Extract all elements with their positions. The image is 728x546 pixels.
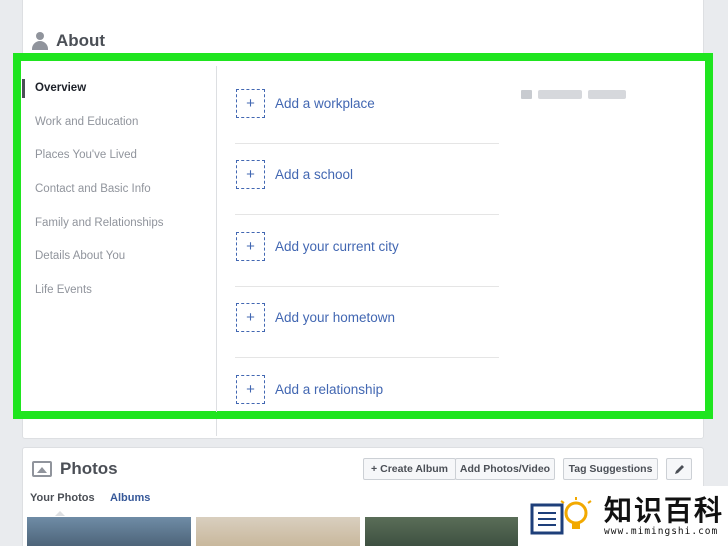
- photos-title: Photos: [60, 459, 118, 478]
- sidebar-item-life-events[interactable]: Life Events: [35, 284, 92, 296]
- plus-icon: +: [370, 463, 378, 475]
- row-divider: [235, 214, 499, 215]
- create-album-button[interactable]: + Create Album: [363, 458, 456, 480]
- tag-suggestions-label: Tag Suggestions: [568, 463, 653, 475]
- watermark: 知识百科 www.mimingshi.com: [518, 486, 728, 546]
- add-hometown-label: Add your hometown: [275, 309, 396, 325]
- add-relationship-label: Add a relationship: [275, 381, 384, 397]
- sidebar-item-work-education[interactable]: Work and Education: [35, 116, 138, 128]
- add-workplace-label: Add a workplace: [275, 95, 375, 111]
- sidebar-item-overview[interactable]: Overview: [35, 82, 86, 94]
- photos-icon: [32, 461, 52, 477]
- add-current-city-label: Add your current city: [275, 238, 399, 254]
- person-icon: [32, 32, 48, 50]
- row-divider: [235, 357, 499, 358]
- add-photos-video-button[interactable]: Add Photos/Video: [455, 458, 555, 480]
- sidebar-item-details-about-you[interactable]: Details About You: [35, 250, 125, 262]
- add-hometown-link[interactable]: + Add your hometown: [236, 302, 395, 332]
- add-school-label: Add a school: [275, 166, 354, 182]
- info-icon: [521, 90, 532, 99]
- row-divider: [235, 143, 499, 144]
- watermark-text-group: 知识百科 www.mimingshi.com: [604, 493, 725, 537]
- plus-icon: +: [236, 302, 265, 332]
- add-photos-video-label: Add Photos/Video: [459, 463, 551, 475]
- photo-thumbnail[interactable]: [27, 517, 191, 546]
- blurred-text: [538, 90, 582, 99]
- tab-active-caret: [55, 511, 65, 516]
- sidebar-item-places-lived[interactable]: Places You've Lived: [35, 149, 137, 161]
- active-indicator: [22, 79, 25, 98]
- row-divider: [235, 286, 499, 287]
- sidebar-item-contact-info[interactable]: Contact and Basic Info: [35, 183, 151, 195]
- tab-your-photos[interactable]: Your Photos: [30, 492, 95, 504]
- edit-button[interactable]: [666, 458, 692, 480]
- add-current-city-link[interactable]: + Add your current city: [236, 231, 399, 261]
- plus-icon: +: [236, 231, 265, 261]
- about-header: About: [32, 26, 105, 56]
- watermark-title: 知识百科: [604, 493, 725, 527]
- blurred-profile-info: [521, 90, 626, 99]
- tag-suggestions-button[interactable]: Tag Suggestions: [563, 458, 658, 480]
- photos-header: Photos: [32, 455, 118, 483]
- about-sidebar: Overview Work and Education Places You'v…: [22, 66, 217, 412]
- photo-thumbnail[interactable]: [365, 517, 518, 546]
- add-school-link[interactable]: + Add a school: [236, 159, 353, 189]
- book-lightbulb-icon: [530, 497, 592, 535]
- blurred-text: [588, 90, 626, 99]
- watermark-url: www.mimingshi.com: [604, 525, 719, 537]
- photo-thumbnail[interactable]: [196, 517, 360, 546]
- sidebar-item-family-relationships[interactable]: Family and Relationships: [35, 217, 163, 229]
- tab-albums[interactable]: Albums: [110, 492, 150, 504]
- create-album-label: Create Album: [380, 463, 449, 475]
- add-relationship-link[interactable]: + Add a relationship: [236, 374, 383, 404]
- pencil-icon: [674, 464, 684, 474]
- about-title: About: [56, 31, 106, 50]
- plus-icon: +: [236, 374, 265, 404]
- plus-icon: +: [236, 159, 265, 189]
- plus-icon: +: [236, 88, 265, 118]
- add-workplace-link[interactable]: + Add a workplace: [236, 88, 375, 118]
